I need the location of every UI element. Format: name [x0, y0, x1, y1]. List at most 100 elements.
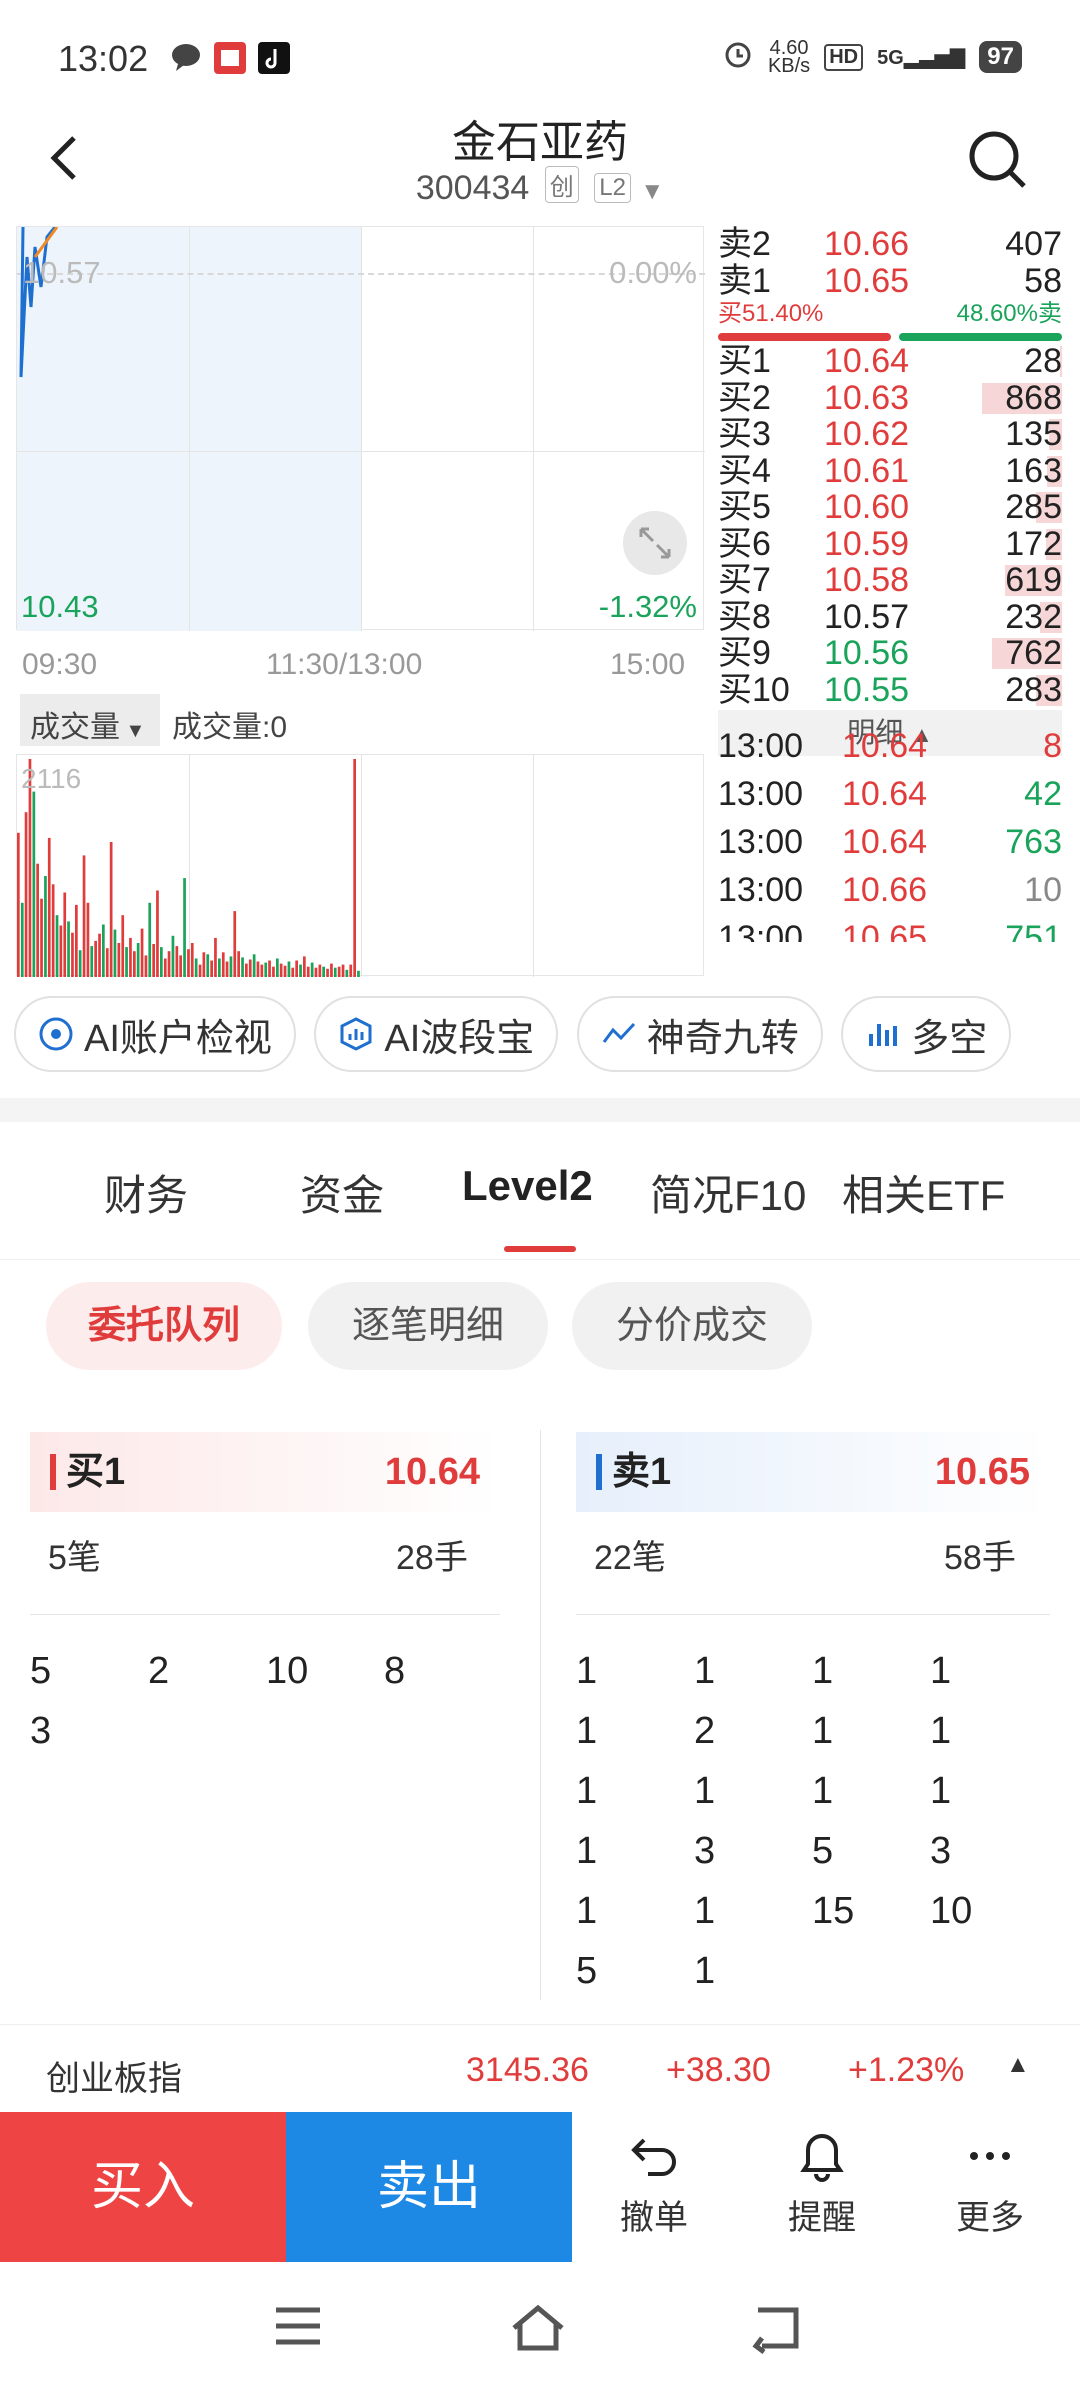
- more-button[interactable]: 更多: [930, 2130, 1050, 2239]
- level-price: 10.60: [824, 488, 910, 526]
- level-volume: 407: [1005, 225, 1062, 263]
- level-volume: 172: [1005, 524, 1062, 563]
- volume-bar: [175, 946, 179, 977]
- index-name: 创业板指: [46, 2060, 182, 2098]
- orderbook-row: 卖1 10.65 58: [718, 261, 1062, 300]
- level-price: 10.56: [824, 634, 910, 672]
- subtab-tick-detail[interactable]: 逐笔明细: [308, 1282, 548, 1370]
- volume-bar: [333, 967, 337, 977]
- orderbook-row: 买7 10.58 619: [718, 562, 1062, 599]
- chip-long-short[interactable]: 多空: [841, 996, 1012, 1072]
- intraday-chart[interactable]: 10.57 0.00% 10.43 -1.32%: [16, 226, 705, 631]
- volume-bar: [210, 960, 213, 977]
- volume-bar: [55, 915, 59, 977]
- volume-bar: [291, 967, 295, 977]
- buy-sell-ratio-bar: [718, 329, 1062, 343]
- queue-divider: [540, 1430, 541, 2000]
- volume-bar: [82, 855, 86, 977]
- search-button[interactable]: [966, 128, 1030, 197]
- subtab-order-queue[interactable]: 委托队列: [46, 1282, 282, 1370]
- chip-magic-nine[interactable]: 神奇九转: [576, 996, 823, 1072]
- volume-bar: [187, 949, 190, 977]
- queue-order: 1: [930, 1650, 952, 1692]
- volume-bar: [248, 959, 252, 977]
- volume-bar: [194, 958, 198, 977]
- stock-name: 金石亚药: [452, 118, 628, 167]
- level-label: 卖1: [718, 261, 771, 300]
- home-icon[interactable]: [508, 2302, 568, 2359]
- cube-chart-icon: [340, 1017, 372, 1051]
- volume-bar: [98, 933, 101, 977]
- volume-bar: [105, 948, 109, 977]
- volume-bar: [113, 929, 117, 977]
- volume-bar: [279, 963, 283, 977]
- volume-bar: [75, 904, 78, 977]
- sell-button[interactable]: 卖出: [286, 2112, 572, 2262]
- queue-buy-price: 10.64: [384, 1451, 480, 1493]
- queue-buy-count: 5笔: [48, 1539, 101, 1577]
- menu-icon[interactable]: [272, 2302, 324, 2355]
- index-ticker[interactable]: 创业板指 3145.36 +38.30 +1.23% ▲: [0, 2024, 1080, 2112]
- back-nav-icon[interactable]: [752, 2302, 804, 2359]
- volume-selector[interactable]: 成交量 ▼: [20, 694, 160, 746]
- level-price: 10.64: [824, 342, 910, 380]
- low-pct: -1.32%: [598, 589, 697, 624]
- level-volume: 619: [1005, 561, 1062, 599]
- volume-bar: [156, 890, 159, 977]
- volume-bar: [260, 964, 264, 977]
- volume-bar: [71, 932, 74, 977]
- level-volume: 285: [1005, 488, 1062, 526]
- tab-funds[interactable]: 资金: [300, 1162, 384, 1223]
- subtab-price-volume[interactable]: 分价成交: [572, 1282, 812, 1370]
- caret-up-icon: ▲: [1006, 2051, 1030, 2078]
- cancel-order-button[interactable]: 撤单: [594, 2130, 714, 2239]
- system-nav-bar: [0, 2262, 1080, 2388]
- volume-bar: [353, 759, 356, 977]
- level-label: 买1: [718, 342, 771, 380]
- volume-chart: 2116: [16, 754, 704, 977]
- queue-order: 10: [930, 1890, 973, 1932]
- orderbook-row: 买3 10.62 135: [718, 416, 1062, 453]
- status-right: 4.60 KB/s HD 5G▂▃▅▇ 97: [722, 38, 1022, 76]
- trade-ticks: 13:00 10.64 8 13:00 10.64 42 13:00 10.64 763 13:0…: [718, 722, 1062, 942]
- volume-bar: [109, 842, 113, 977]
- volume-bar: [94, 940, 97, 977]
- stock-code-row[interactable]: 300434 创 L2 ▼: [0, 166, 1080, 208]
- ref-price: 10.57: [23, 255, 101, 290]
- buy-button[interactable]: 买入: [0, 2112, 286, 2262]
- chip-ai-band[interactable]: AI波段宝: [314, 996, 559, 1072]
- tab-related-etf[interactable]: 相关ETF: [842, 1162, 1005, 1223]
- queue-order: 1: [930, 1770, 952, 1812]
- order-book: 卖2 10.66 407 卖1 10.65 58 买51.40% 48.60%卖 买1 10.64…: [718, 226, 1062, 708]
- volume-bar: [67, 921, 70, 977]
- level-label: 买2: [718, 378, 771, 417]
- status-bar: 13:02 4.60 KB/s HD 5G▂▃▅▇ 97: [0, 0, 1080, 110]
- section-divider: [0, 1098, 1080, 1122]
- orderbook-row: 买8 10.57 232: [718, 598, 1062, 636]
- alert-button[interactable]: 提醒: [762, 2130, 882, 2239]
- orderbook-row: 买4 10.61 163: [718, 452, 1062, 490]
- orderbook-row: 买10 10.55 283: [718, 671, 1062, 709]
- battery-indicator: 97: [979, 41, 1022, 73]
- volume-bar: [24, 812, 28, 977]
- volume-bar: [245, 963, 248, 977]
- tab-finance[interactable]: 财务: [104, 1162, 188, 1223]
- tab-level2[interactable]: Level2: [462, 1162, 593, 1210]
- volume-bar: [129, 937, 132, 977]
- chip-ai-account[interactable]: AI账户检视: [14, 996, 296, 1072]
- expand-icon[interactable]: [623, 511, 687, 575]
- level-volume: 868: [1005, 378, 1062, 417]
- chevron-down-icon[interactable]: ▼: [640, 178, 664, 205]
- volume-bar: [337, 966, 341, 977]
- tab-f10[interactable]: 简况F10: [650, 1162, 806, 1223]
- status-time: 13:02: [58, 38, 149, 79]
- feature-chips: AI账户检视 AI波段宝 神奇九转 多空: [14, 996, 1064, 1076]
- level-volume: 135: [1005, 415, 1062, 453]
- volume-bar: [256, 961, 260, 977]
- signal-icon: 5G▂▃▅▇: [877, 46, 966, 69]
- level2-tag: L2: [594, 173, 631, 203]
- volume-bar: [121, 915, 125, 977]
- volume-bar: [345, 969, 349, 977]
- volume-bar: [160, 947, 163, 977]
- volume-bar: [303, 956, 306, 977]
